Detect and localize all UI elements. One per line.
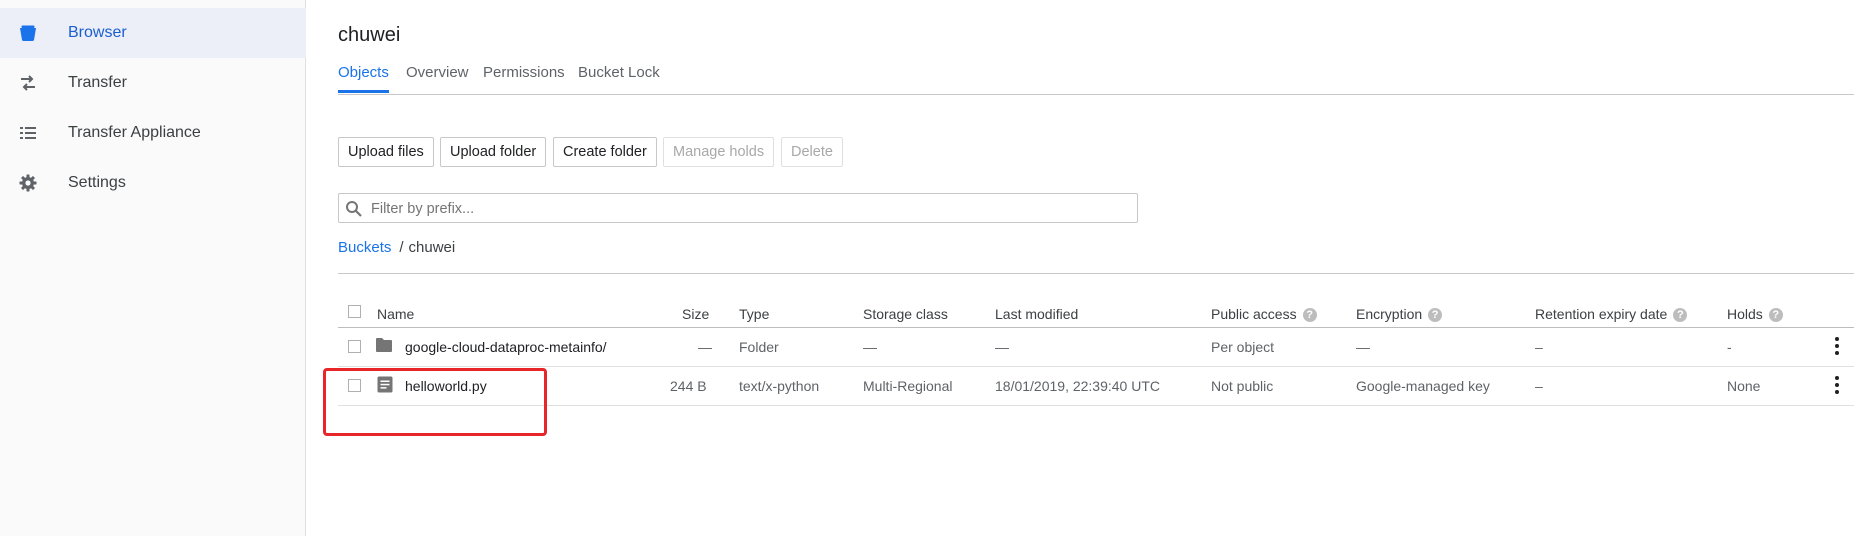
highlight-annotation-box: [323, 368, 547, 436]
manage-holds-button[interactable]: Manage holds: [663, 137, 775, 167]
page-title: chuwei: [338, 24, 401, 46]
column-header-label: Holds: [1727, 306, 1763, 322]
help-icon[interactable]: ?: [1673, 308, 1688, 323]
list-icon: [20, 127, 36, 139]
sidebar-item-transfer-appliance[interactable]: Transfer Appliance: [0, 108, 306, 158]
tab-overview[interactable]: Overview: [406, 64, 469, 81]
sidebar-item-label: Transfer: [68, 74, 127, 91]
delete-button[interactable]: Delete: [781, 137, 843, 167]
sidebar-item-label: Browser: [68, 24, 127, 41]
cell-type: text/x-python: [739, 378, 820, 394]
column-header-label: Encryption: [1356, 306, 1423, 322]
help-icon[interactable]: ?: [1302, 308, 1317, 323]
sidebar: Browser Transfer Transfer Appliance Sett…: [0, 0, 306, 536]
sidebar-item-settings[interactable]: Settings: [0, 158, 306, 208]
filter-input[interactable]: [369, 198, 1123, 220]
breadcrumb-current: chuwei: [408, 239, 456, 256]
divider: [338, 273, 1854, 274]
tab-permissions[interactable]: Permissions: [483, 64, 565, 81]
bucket-icon: [20, 25, 36, 41]
cell-size: 244 B: [670, 378, 707, 394]
table-header-divider: [338, 327, 1854, 328]
gear-icon: [19, 174, 37, 192]
folder-icon: [376, 338, 392, 352]
create-folder-button[interactable]: Create folder: [553, 137, 657, 167]
breadcrumb-separator: /: [399, 239, 404, 256]
cell-retention: –: [1535, 378, 1543, 394]
row-divider: [338, 405, 1854, 406]
column-header-storage-class[interactable]: Storage class: [863, 306, 948, 322]
column-header-name[interactable]: Name: [377, 306, 414, 322]
tab-objects[interactable]: Objects: [338, 64, 389, 81]
column-header-holds[interactable]: Holds?: [1727, 306, 1783, 323]
upload-files-button[interactable]: Upload files: [338, 137, 434, 167]
cell-encryption: —: [1356, 339, 1370, 355]
cell-size: —: [698, 339, 712, 355]
main-content: chuwei Objects Overview Permissions Buck…: [307, 0, 1854, 536]
cell-last-modified: 18/01/2019, 22:39:40 UTC: [995, 378, 1161, 394]
column-header-last-modified[interactable]: Last modified: [995, 306, 1078, 322]
more-vert-icon[interactable]: [1834, 376, 1840, 396]
object-name-link[interactable]: google-cloud-dataproc-metainfo/: [405, 339, 607, 355]
column-header-label: Retention expiry date: [1535, 306, 1668, 322]
help-icon[interactable]: ?: [1428, 308, 1443, 323]
column-header-type[interactable]: Type: [739, 306, 769, 322]
row-checkbox[interactable]: [348, 340, 361, 353]
cell-public-access: Per object: [1211, 339, 1275, 355]
cell-holds: -: [1727, 339, 1732, 355]
sidebar-item-label: Settings: [68, 174, 126, 191]
cell-type: Folder: [739, 339, 779, 355]
cell-encryption: Google-managed key: [1356, 378, 1490, 394]
help-icon[interactable]: ?: [1768, 308, 1783, 323]
cell-retention: –: [1535, 339, 1543, 355]
cell-last-modified: —: [995, 339, 1009, 355]
more-vert-icon[interactable]: [1834, 337, 1840, 357]
column-header-size[interactable]: Size: [682, 306, 709, 322]
cell-public-access: Not public: [1211, 378, 1274, 394]
select-all-checkbox[interactable]: [348, 305, 361, 318]
breadcrumb-buckets-link[interactable]: Buckets: [338, 239, 391, 256]
column-header-retention-expiry-date[interactable]: Retention expiry date?: [1535, 306, 1688, 323]
column-header-encryption[interactable]: Encryption?: [1356, 306, 1443, 323]
tab-bucket-lock[interactable]: Bucket Lock: [578, 64, 660, 81]
column-header-public-access[interactable]: Public access?: [1211, 306, 1317, 323]
transfer-arrows-icon: [21, 75, 35, 91]
upload-folder-button[interactable]: Upload folder: [440, 137, 547, 167]
column-header-label: Public access: [1211, 306, 1297, 322]
sidebar-item-label: Transfer Appliance: [68, 124, 201, 141]
breadcrumb: Buckets / chuwei: [338, 239, 455, 256]
cell-holds: None: [1727, 378, 1761, 394]
sidebar-item-transfer[interactable]: Transfer: [0, 58, 306, 108]
active-tab-indicator: [338, 90, 389, 93]
search-icon: [346, 201, 362, 217]
cell-storage-class: Multi-Regional: [863, 378, 953, 394]
tab-bar: Objects Overview Permissions Bucket Lock: [338, 62, 1854, 95]
row-divider: [338, 366, 1854, 367]
cell-storage-class: —: [863, 339, 877, 355]
filter-box: [338, 193, 1138, 223]
sidebar-item-browser[interactable]: Browser: [0, 8, 306, 58]
